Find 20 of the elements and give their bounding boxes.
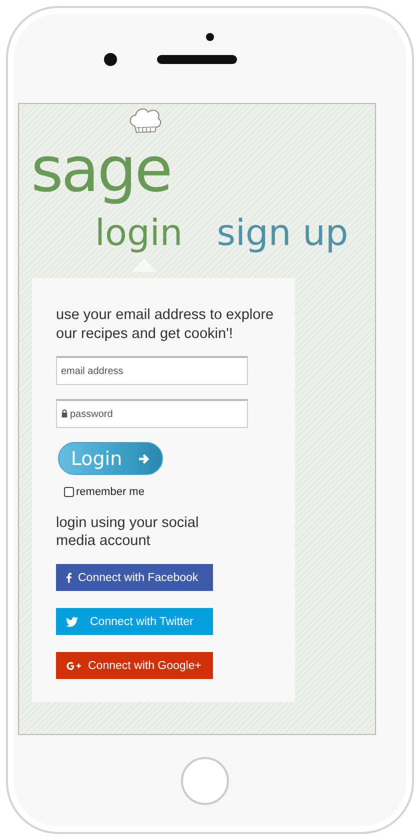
google-plus-icon [66, 660, 82, 670]
social-button[interactable]: Connect with Twitter [56, 608, 213, 635]
lock-icon [61, 409, 68, 418]
arrow-icon [138, 452, 150, 464]
social-button[interactable]: Connect with Google+ [56, 652, 213, 679]
tab[interactable]: sign up [216, 212, 348, 256]
speaker-icon [156, 55, 236, 64]
password-field[interactable]: password [56, 399, 248, 428]
social-button[interactable]: Connect with Facebook [56, 564, 213, 591]
sensor-icon [206, 33, 214, 41]
login-button[interactable]: Login [58, 442, 163, 475]
camera-icon [104, 53, 116, 66]
remember-label: remember me [76, 486, 144, 498]
facebook-icon [66, 572, 72, 583]
email-field[interactable]: email address [56, 356, 248, 385]
logo: sage [31, 134, 171, 207]
bird-icon [66, 616, 78, 626]
checkbox[interactable] [64, 487, 74, 497]
intro-text: use your email address to explore our recipes and get cookin'! [56, 306, 275, 344]
social-heading: login using your social media account [56, 514, 200, 550]
